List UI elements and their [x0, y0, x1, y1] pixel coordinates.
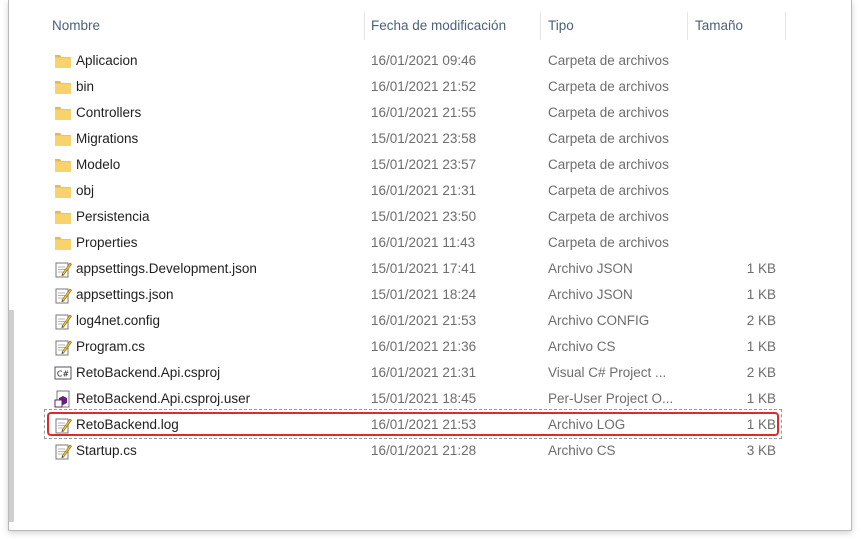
file-name[interactable]: Controllers — [76, 100, 141, 126]
file-type: Archivo CS — [548, 443, 616, 458]
file-type: Carpeta de archivos — [548, 183, 669, 198]
file-type: Carpeta de archivos — [548, 235, 669, 250]
list-item[interactable]: Startup.cs 16/01/2021 21:28 Archivo CS 3 KB — [9, 438, 851, 464]
column-header-date[interactable]: Fecha de modificación — [371, 16, 506, 36]
list-item[interactable]: Persistencia 15/01/2021 23:50 Carpeta de a… — [9, 204, 851, 230]
list-item[interactable]: C# RetoBackend.Api.csproj 16/01/2021 21:31… — [9, 360, 851, 386]
file-name[interactable]: Startup.cs — [76, 438, 137, 464]
file-date: 15/01/2021 23:57 — [371, 157, 477, 172]
text-file-icon — [54, 416, 72, 434]
list-item[interactable]: bin 16/01/2021 21:52 Carpeta de archivos — [9, 74, 851, 100]
file-date: 16/01/2021 11:43 — [371, 235, 476, 250]
file-size: 1 KB — [746, 261, 776, 276]
list-item[interactable]: Controllers 16/01/2021 21:55 Carpeta de ar… — [9, 100, 851, 126]
file-date: 15/01/2021 17:41 — [371, 261, 477, 276]
file-name[interactable]: Persistencia — [76, 204, 150, 230]
file-name[interactable]: appsettings.json — [76, 282, 174, 308]
file-size: 1 KB — [746, 339, 776, 354]
list-item[interactable]: appsettings.json 15/01/2021 18:24 Archivo … — [9, 282, 851, 308]
file-type: Archivo LOG — [548, 417, 626, 432]
list-item[interactable]: appsettings.Development.json 15/01/2021 1… — [9, 256, 851, 282]
csharp-project-icon: C# — [54, 364, 72, 382]
file-type: Visual C# Project ... — [548, 365, 667, 380]
file-name[interactable]: Program.cs — [76, 334, 145, 360]
folder-icon — [54, 78, 72, 96]
list-item[interactable]: Aplicacion 16/01/2021 09:46 Carpeta de arc… — [9, 48, 851, 74]
list-item[interactable]: Modelo 15/01/2021 23:57 Carpeta de archivo… — [9, 152, 851, 178]
file-date: 15/01/2021 23:50 — [371, 209, 477, 224]
list-item[interactable]: Program.cs 16/01/2021 21:36 Archivo CS 1 KB — [9, 334, 851, 360]
column-divider[interactable] — [540, 12, 541, 40]
file-type: Carpeta de archivos — [548, 105, 669, 120]
folder-icon — [54, 52, 72, 70]
file-name[interactable]: RetoBackend.log — [76, 412, 179, 438]
text-file-icon — [54, 442, 72, 460]
file-date: 16/01/2021 21:52 — [371, 79, 477, 94]
column-header-type[interactable]: Tipo — [548, 16, 574, 36]
file-date: 16/01/2021 21:55 — [371, 105, 477, 120]
column-divider[interactable] — [364, 12, 365, 40]
column-header-size[interactable]: Tamaño — [695, 16, 743, 36]
text-file-icon — [54, 338, 72, 356]
file-list: Aplicacion 16/01/2021 09:46 Carpeta de arc… — [9, 48, 851, 464]
list-item[interactable]: log4net.config 16/01/2021 21:53 Archivo CO… — [9, 308, 851, 334]
file-date: 16/01/2021 21:28 — [371, 443, 477, 458]
column-divider[interactable] — [785, 12, 786, 40]
file-name[interactable]: Aplicacion — [76, 48, 138, 74]
list-item-highlighted[interactable]: RetoBackend.log 16/01/2021 21:53 Archivo L… — [9, 409, 851, 439]
file-type: Archivo JSON — [548, 261, 633, 276]
file-name[interactable]: obj — [76, 178, 94, 204]
file-type: Carpeta de archivos — [548, 131, 669, 146]
file-size: 2 KB — [746, 313, 776, 328]
file-type: Carpeta de archivos — [548, 79, 669, 94]
column-header-name[interactable]: Nombre — [52, 16, 100, 36]
file-type: Carpeta de archivos — [548, 157, 669, 172]
list-item[interactable]: Properties 16/01/2021 11:43 Carpeta de arc… — [9, 230, 851, 256]
file-name[interactable]: bin — [76, 74, 94, 100]
folder-icon — [54, 208, 72, 226]
column-header-bar: Nombre Fecha de modificación Tipo Tamaño — [9, 0, 851, 42]
file-name[interactable]: Properties — [76, 230, 138, 256]
folder-icon — [54, 156, 72, 174]
file-name[interactable]: log4net.config — [76, 308, 160, 334]
folder-icon — [54, 234, 72, 252]
file-type: Archivo JSON — [548, 287, 633, 302]
text-file-icon — [54, 312, 72, 330]
file-size: 1 KB — [746, 287, 776, 302]
vs-user-file-icon — [54, 390, 72, 408]
svg-text:C#: C# — [57, 370, 70, 379]
file-name[interactable]: Migrations — [76, 126, 138, 152]
file-type: Carpeta de archivos — [548, 53, 669, 68]
folder-icon — [54, 182, 72, 200]
file-explorer-list: Nombre Fecha de modificación Tipo Tamaño… — [8, 0, 852, 531]
file-size: 3 KB — [746, 443, 776, 458]
file-date: 16/01/2021 21:53 — [371, 417, 477, 432]
file-type: Carpeta de archivos — [548, 209, 669, 224]
file-date: 16/01/2021 21:36 — [371, 339, 477, 354]
file-size: 2 KB — [746, 365, 776, 380]
file-name[interactable]: RetoBackend.Api.csproj — [76, 360, 220, 386]
text-file-icon — [54, 286, 72, 304]
list-item[interactable]: Migrations 15/01/2021 23:58 Carpeta de arc… — [9, 126, 851, 152]
file-type: Archivo CONFIG — [548, 313, 650, 328]
list-item[interactable]: obj 16/01/2021 21:31 Carpeta de archivos — [9, 178, 851, 204]
file-date: 16/01/2021 21:31 — [371, 365, 477, 380]
file-name[interactable]: appsettings.Development.json — [76, 256, 257, 282]
file-date: 16/01/2021 09:46 — [371, 53, 477, 68]
file-date: 15/01/2021 18:24 — [371, 287, 477, 302]
folder-icon — [54, 104, 72, 122]
file-name[interactable]: Modelo — [76, 152, 120, 178]
file-size: 1 KB — [746, 417, 776, 432]
file-type: Archivo CS — [548, 339, 616, 354]
column-divider[interactable] — [687, 12, 688, 40]
folder-icon — [54, 130, 72, 148]
file-date: 16/01/2021 21:31 — [371, 183, 477, 198]
text-file-icon — [54, 260, 72, 278]
file-date: 15/01/2021 23:58 — [371, 131, 477, 146]
file-date: 16/01/2021 21:53 — [371, 313, 477, 328]
